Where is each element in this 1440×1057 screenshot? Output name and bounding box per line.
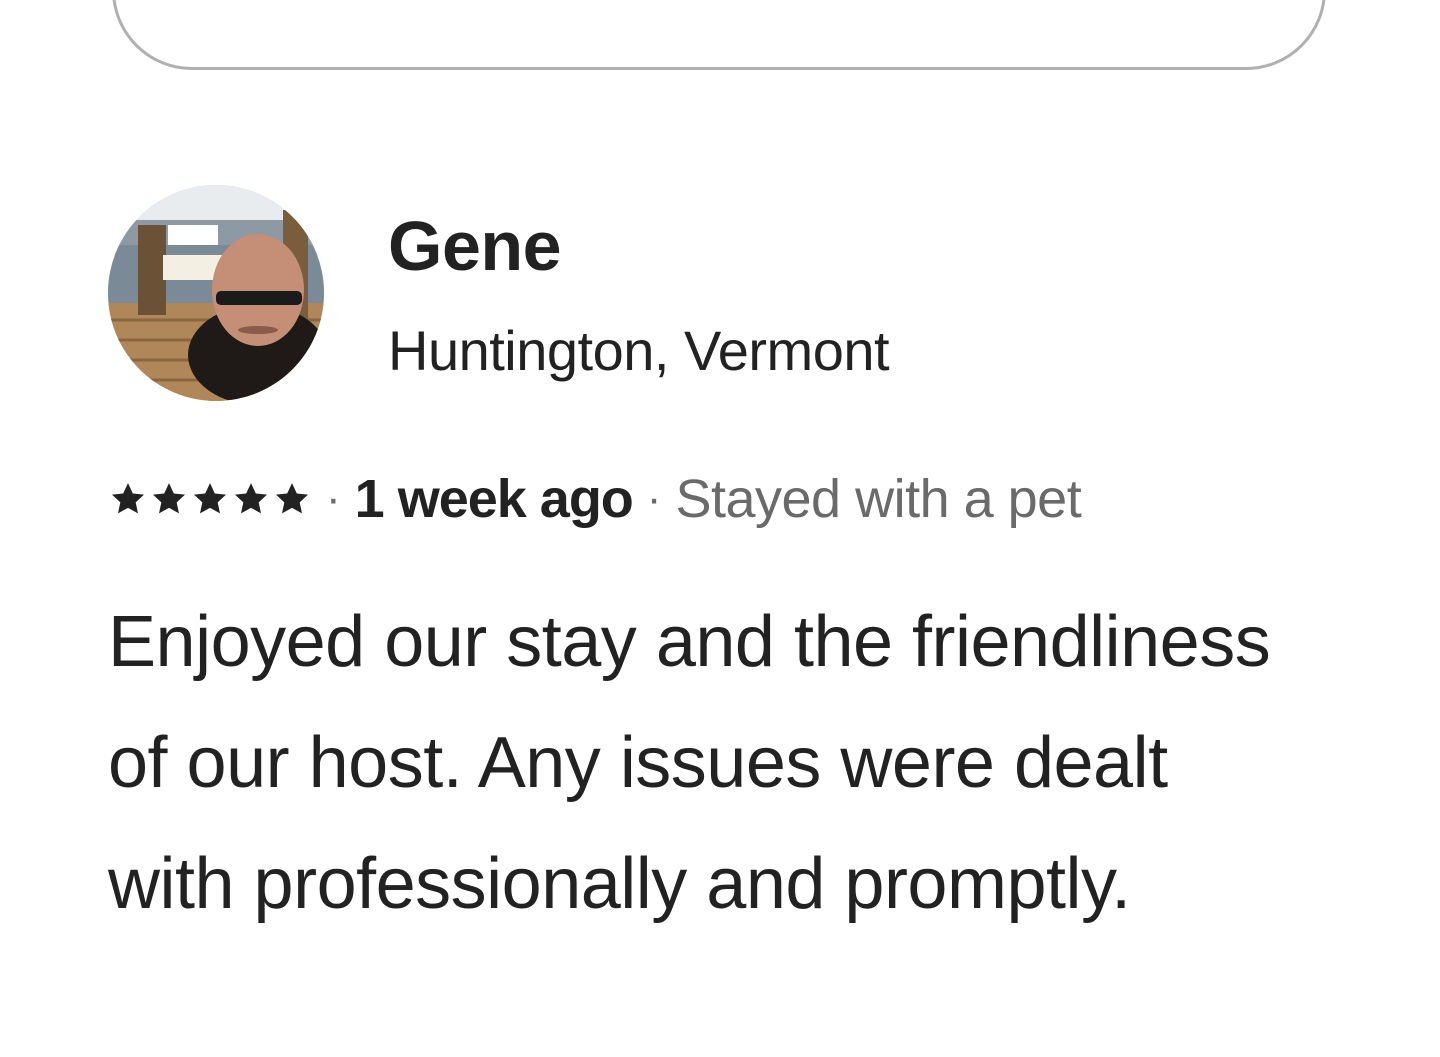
star-rating bbox=[108, 479, 312, 519]
star-icon bbox=[112, 483, 144, 514]
review-meta: · 1 week ago · Stayed with a pet bbox=[108, 467, 1082, 531]
meta-separator: · bbox=[646, 474, 662, 523]
star-icon bbox=[276, 483, 308, 514]
star-icon bbox=[194, 483, 226, 514]
reviewer-header: Gene Huntington, Vermont bbox=[108, 185, 1308, 401]
reviewer-location: Huntington, Vermont bbox=[388, 319, 890, 382]
review-text: Enjoyed our stay and the friendliness of… bbox=[108, 602, 1271, 924]
review-card: Gene Huntington, Vermont · 1 week ago · … bbox=[108, 185, 1308, 924]
search-bar[interactable] bbox=[112, 0, 1326, 70]
stay-tag: Stayed with a pet bbox=[675, 469, 1082, 529]
meta-separator: · bbox=[326, 474, 341, 523]
review-date: 1 week ago bbox=[354, 469, 634, 529]
avatar[interactable] bbox=[108, 185, 324, 401]
reviewer-name[interactable]: Gene bbox=[388, 211, 562, 281]
star-icon bbox=[235, 483, 267, 514]
star-icon bbox=[153, 483, 185, 514]
